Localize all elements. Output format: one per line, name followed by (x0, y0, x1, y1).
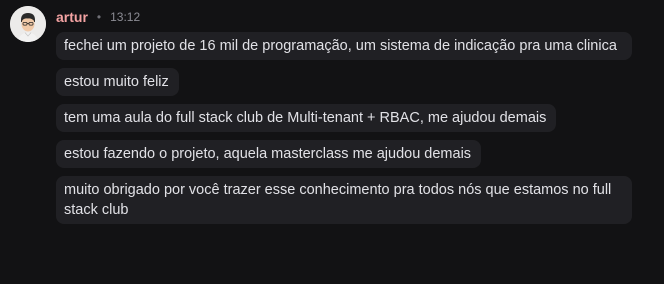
avatar[interactable] (10, 6, 46, 42)
message-bubble[interactable]: estou muito feliz (56, 68, 179, 96)
chat-message-group: artur • 13:12 fechei um projeto de 16 mi… (0, 0, 664, 284)
message-bubble[interactable]: estou fazendo o projeto, aquela mastercl… (56, 140, 482, 168)
message-bubble[interactable]: tem uma aula do full stack club de Multi… (56, 104, 557, 132)
separator-dot: • (96, 10, 102, 24)
message-bubble[interactable]: fechei um projeto de 16 mil de programaç… (56, 32, 632, 60)
timestamp: 13:12 (110, 10, 141, 24)
message-header: artur • 13:12 (56, 8, 140, 26)
user-avatar-icon (10, 6, 46, 42)
message-bubble[interactable]: muito obrigado por você trazer esse conh… (56, 176, 632, 224)
author-name[interactable]: artur (56, 9, 88, 25)
message-list: fechei um projeto de 16 mil de programaç… (56, 32, 632, 232)
